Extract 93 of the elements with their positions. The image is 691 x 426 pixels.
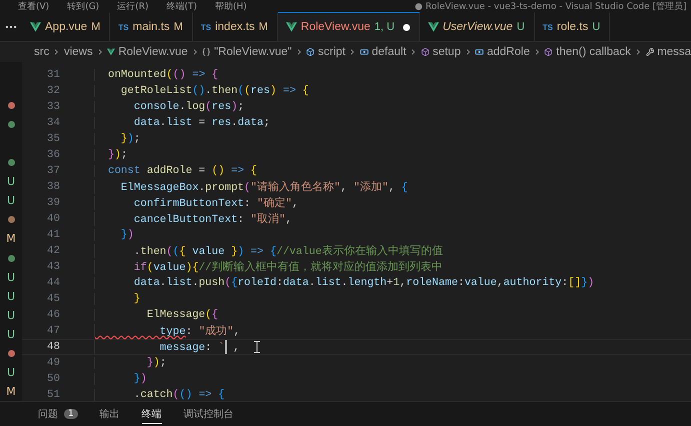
- line-number: 35: [46, 133, 61, 145]
- editor-tab[interactable]: TS role.ts U: [534, 12, 610, 41]
- code-line: });: [94, 133, 140, 145]
- code-line: cancelButtonText: "取消",: [94, 212, 292, 226]
- git-status-letter: U: [6, 308, 16, 322]
- panel-tab[interactable]: 终端: [142, 404, 162, 424]
- code-line: data.list.push({roleId:data.list.length+1,roleName:value,authority:[]}): [94, 277, 594, 289]
- vue-file-icon: [30, 22, 41, 32]
- text-caret: [224, 340, 227, 354]
- panel-tab-label: 终端: [142, 408, 162, 420]
- line-number: 46: [46, 309, 61, 321]
- code-line: }): [94, 229, 134, 241]
- code-line: }): [94, 373, 147, 385]
- code-line: data.list = res.data;: [94, 117, 270, 129]
- code-line: ElMessageBox.prompt("请输入角色名称", "添加", {: [94, 180, 408, 194]
- panel-tab-label: 问题: [38, 408, 58, 420]
- code-line: confirmButtonText: "确定",: [94, 196, 298, 210]
- git-status-letter: M: [6, 232, 16, 246]
- count-badge: 1: [64, 408, 78, 418]
- cube-icon: [420, 46, 430, 58]
- line-number: 38: [46, 181, 61, 193]
- line-number: 42: [46, 245, 61, 257]
- line-number: 48: [46, 341, 61, 353]
- line-number: 39: [46, 197, 61, 209]
- git-status-letter: U: [6, 175, 16, 188]
- breadcrumb-item[interactable]: src: [34, 46, 50, 58]
- code-line: onMounted(() => {: [94, 69, 218, 81]
- panel-tab-label: 输出: [100, 408, 120, 420]
- ts-file-icon: TS: [118, 22, 129, 32]
- line-number: 36: [46, 149, 61, 161]
- line-number: 51: [46, 389, 61, 401]
- code-line: }: [94, 293, 140, 305]
- code-line: message: ` ,: [94, 340, 240, 354]
- line-number: 44: [46, 277, 61, 289]
- breadcrumb-item[interactable]: script: [318, 46, 346, 58]
- line-number: 31: [46, 69, 61, 81]
- panel-tab[interactable]: 输出: [100, 404, 120, 424]
- vue-file-icon: [107, 47, 116, 57]
- ts-file-icon: TS: [542, 22, 553, 32]
- code-line: getRoleList().then((res) => {: [94, 85, 309, 97]
- git-status-letter: U: [6, 290, 16, 303]
- editor-tab[interactable]: UserView.vue U: [420, 12, 535, 41]
- menu-item[interactable]: 转到(G): [67, 0, 100, 12]
- line-number: 40: [46, 213, 61, 225]
- code-line: type: "成功",: [94, 324, 240, 338]
- menu-item[interactable]: 查看(V): [18, 0, 50, 12]
- line-number: 47: [46, 325, 61, 337]
- breadcrumb-item[interactable]: "RoleView.vue": [214, 46, 292, 58]
- breadcrumb-item[interactable]: addRole: [487, 46, 530, 58]
- menu-item[interactable]: 运行(R): [117, 0, 148, 12]
- breadcrumb-item[interactable]: messa: [657, 46, 691, 58]
- code-line: });: [94, 357, 166, 369]
- line-number: 49: [46, 357, 61, 369]
- code-line: if(value){//判断输入框中有值，就将对应的值添加到列表中: [94, 260, 443, 274]
- window-title: ● RoleView.vue - vue3-ts-demo - Visual Studio Code [管理员]: [414, 0, 687, 12]
- vue-file-icon: [286, 22, 297, 32]
- braces-icon: [202, 46, 212, 58]
- editor-tab[interactable]: RoleView.vue 1, U: [278, 12, 420, 41]
- git-status-letter: U: [6, 366, 16, 379]
- line-number: 41: [46, 229, 61, 241]
- git-status-letter: U: [6, 328, 16, 341]
- menu-item[interactable]: 终端(T): [166, 0, 197, 12]
- git-status-letter: U: [6, 194, 16, 208]
- vue-file-icon: [428, 22, 439, 32]
- line-number: 33: [46, 101, 61, 113]
- menu-item[interactable]: 帮助(H): [215, 0, 247, 12]
- git-status-letter: M: [6, 384, 16, 398]
- cube-icon: [306, 46, 315, 58]
- ts-file-icon: TS: [200, 22, 212, 32]
- breadcrumb-item[interactable]: setup: [432, 46, 461, 58]
- code-line: .then(({ value }) => {//value表示你在输入中填写的值: [94, 244, 443, 258]
- cube-icon: [544, 46, 554, 58]
- line-number: 34: [46, 117, 61, 129]
- breadcrumb-item[interactable]: views: [64, 46, 93, 58]
- breadcrumb-item[interactable]: then() callback: [556, 46, 631, 58]
- panel-tab[interactable]: 调试控制台: [184, 404, 234, 424]
- code-line: const addRole = () => {: [94, 165, 258, 177]
- code-line: ElMessage({: [94, 309, 218, 321]
- unsaved-dot[interactable]: [402, 24, 410, 30]
- panel-tab-label: 调试控制台: [184, 408, 234, 420]
- code-line: });: [94, 149, 128, 161]
- panel-tab[interactable]: 问题 1: [38, 404, 78, 424]
- line-number: 50: [46, 373, 61, 385]
- wrench-icon: [646, 46, 654, 58]
- line-number: 32: [46, 85, 61, 97]
- git-status-letter: U: [6, 270, 16, 284]
- breadcrumb-item[interactable]: RoleView.vue: [118, 46, 188, 58]
- line-number: 45: [46, 293, 61, 305]
- text-cursor-icon: [254, 341, 260, 353]
- line-number: 43: [46, 261, 61, 273]
- code-line: console.log(res);: [94, 101, 244, 113]
- line-number: 37: [46, 165, 61, 177]
- breadcrumb-item[interactable]: default: [372, 46, 406, 58]
